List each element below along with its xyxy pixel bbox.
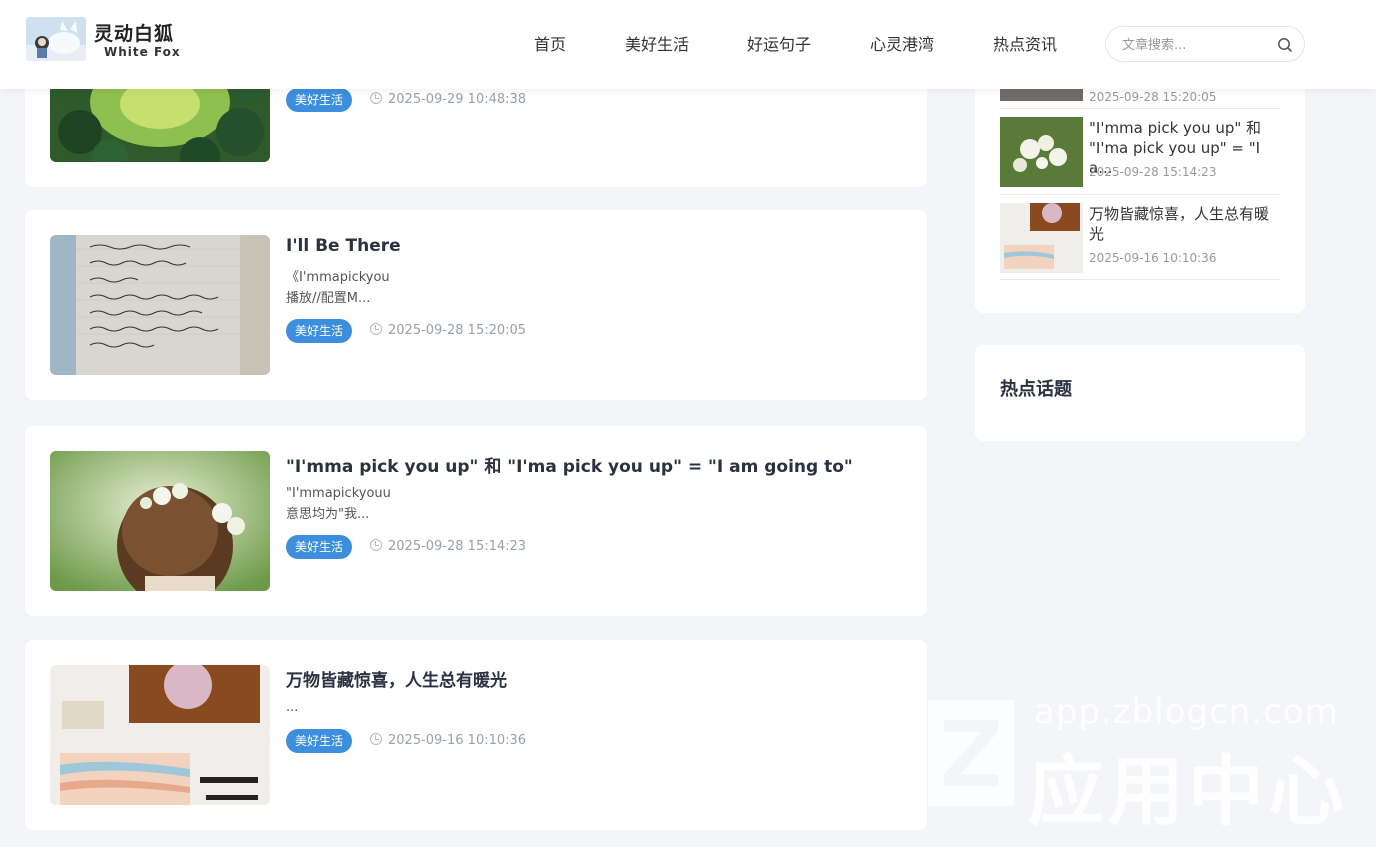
handwritten-note-image	[50, 235, 270, 375]
post-title[interactable]: 万物皆藏惊喜，人生总有暖光	[286, 666, 507, 691]
nav-hot-news[interactable]: 热点资讯	[993, 31, 1057, 55]
clock-icon	[370, 733, 382, 745]
clock-icon	[370, 92, 382, 104]
girl-flower-crown-image	[50, 451, 270, 591]
sidebar-post-date: 2025-09-28 15:20:05	[1089, 90, 1217, 104]
post-category-tag[interactable]: 美好生活	[286, 319, 353, 343]
sidebar-post-date: 2025-09-28 15:14:23	[1089, 165, 1217, 179]
zblog-logo-icon	[928, 700, 1014, 806]
post-date: 2025-09-29 10:48:38	[370, 88, 526, 112]
post-thumbnail[interactable]	[50, 665, 270, 805]
post-card[interactable]: 万物皆藏惊喜，人生总有暖光 ... 美好生活 2025-09-16 10:10:…	[25, 640, 927, 830]
collage-image	[50, 665, 270, 805]
post-date: 2025-09-28 15:20:05	[370, 319, 526, 343]
nav-soul-harbor[interactable]: 心灵港湾	[870, 31, 934, 55]
watermark-url: app.zblogcn.com	[1034, 692, 1339, 732]
nav-beautiful-life[interactable]: 美好生活	[625, 31, 689, 55]
post-excerpt: "I'mmapickyouu 意思均为"我...	[286, 486, 391, 522]
logo-title: 灵动白狐	[94, 23, 175, 45]
sidebar-hot-topics: 热点话题	[975, 345, 1305, 441]
nav-lucky-quotes[interactable]: 好运句子	[747, 31, 811, 55]
site-header: 灵动白狐 White Fox 首页 美好生活 好运句子 心灵港湾 热点资讯	[0, 0, 1376, 89]
post-category-tag[interactable]: 美好生活	[286, 729, 353, 753]
white-fox-logo-image	[26, 17, 86, 61]
hot-topics-heading: 热点话题	[1000, 379, 1072, 400]
sidebar-post-thumbnail[interactable]	[1000, 203, 1083, 273]
sidebar-post-item[interactable]: "I'mma pick you up" 和 "I'ma pick you up"…	[1000, 109, 1280, 195]
post-excerpt: ...	[286, 700, 299, 715]
post-excerpt: 《I'mmapickyou 播放//配置M...	[286, 270, 390, 306]
search-input[interactable]	[1122, 35, 1272, 55]
sidebar-post-thumbnail[interactable]	[1000, 117, 1083, 187]
clock-icon	[370, 539, 382, 551]
post-card[interactable]: I'll Be There 《I'mmapickyou 播放//配置M... 美…	[25, 210, 927, 400]
search-icon[interactable]	[1276, 36, 1294, 54]
sidebar-post-title[interactable]: 万物皆藏惊喜，人生总有暖光	[1089, 204, 1275, 244]
logo-subtitle: White Fox	[104, 45, 181, 59]
post-date: 2025-09-28 15:14:23	[370, 535, 526, 559]
post-title[interactable]: I'll Be There	[286, 236, 401, 256]
post-thumbnail[interactable]	[50, 235, 270, 375]
nav-home[interactable]: 首页	[534, 31, 566, 55]
watermark-text: 应用中心	[1028, 747, 1348, 836]
post-date: 2025-09-16 10:10:36	[370, 729, 526, 753]
post-thumbnail[interactable]	[50, 451, 270, 591]
search-box	[1105, 26, 1305, 62]
post-card[interactable]: "I'mma pick you up" 和 "I'ma pick you up"…	[25, 426, 927, 616]
sidebar-post-date: 2025-09-16 10:10:36	[1089, 251, 1217, 265]
post-category-tag[interactable]: 美好生活	[286, 88, 353, 112]
clock-icon	[370, 323, 382, 335]
site-logo[interactable]: 灵动白狐 White Fox	[26, 17, 186, 63]
post-category-tag[interactable]: 美好生活	[286, 535, 353, 559]
sidebar-post-item[interactable]: 万物皆藏惊喜，人生总有暖光 2025-09-16 10:10:36	[1000, 195, 1280, 280]
post-title[interactable]: "I'mma pick you up" 和 "I'ma pick you up"…	[286, 452, 853, 477]
watermark: app.zblogcn.com 应用中心	[928, 690, 1368, 836]
